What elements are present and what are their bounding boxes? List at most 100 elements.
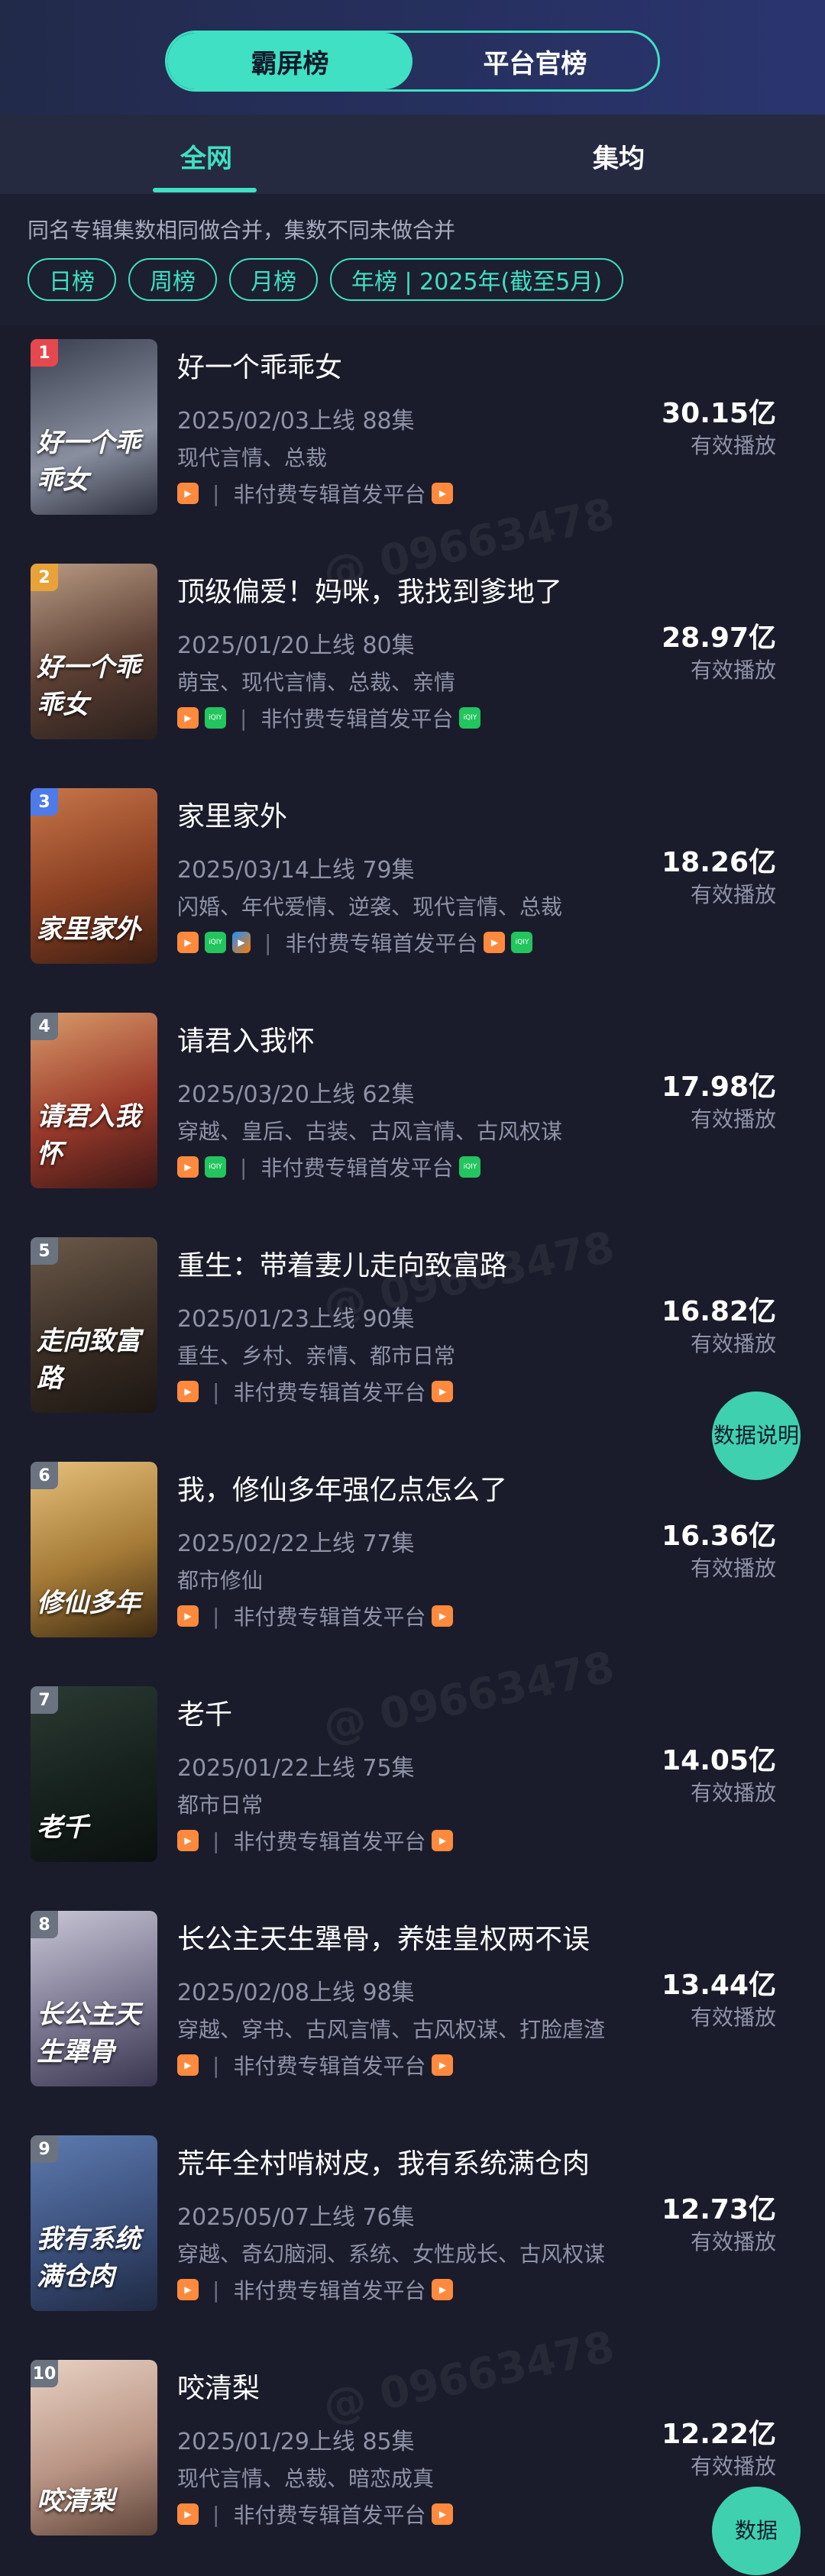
platform-row: ▶ | 非付费专辑首发平台 ▶ [177,478,454,509]
platform-label: 非付费专辑首发平台 [285,931,478,956]
release-meta: 2025/03/20上线 62集 [177,1081,415,1108]
release-meta: 2025/02/22上线 77集 [177,1530,415,1557]
list-item[interactable]: 修仙多年 6 我，修仙多年强亿点怎么了 2025/02/22上线 77集 都市修… [0,1448,825,1673]
list-item[interactable]: 请君入我怀 4 请君入我怀 2025/03/20上线 62集 穿越、皇后、古装、… [0,999,825,1223]
tencent-icon: ▶ [232,932,251,953]
platform-label: 非付费专辑首发平台 [260,706,454,732]
platform-row: ▶ | 非付费专辑首发平台 ▶ [177,1376,454,1407]
play-icon: ▶ [177,483,199,504]
platform-row: ▶ | 非付费专辑首发平台 ▶ [177,2499,454,2529]
play-icon: ▶ [432,1381,454,1402]
drama-title[interactable]: 我，修仙多年强亿点怎么了 [177,1468,507,1508]
play-icon: ▶ [177,932,199,953]
tab-per-episode[interactable]: 集均 [593,137,645,175]
drama-title[interactable]: 重生：带着妻儿走向致富路 [177,1243,507,1283]
poster-title: 家里家外 [37,914,141,945]
drama-title[interactable]: 老千 [177,1692,232,1732]
play-count-label: 有效播放 [690,433,776,458]
play-icon: ▶ [177,1381,199,1402]
play-icon: ▶ [177,2054,199,2076]
chip-monthly[interactable]: 月榜 [229,258,318,301]
iqiyi-icon: iQIY [205,1156,226,1178]
poster-title: 我有系统满仓肉 [37,2224,141,2292]
platform-row: ▶ | 非付费专辑首发平台 ▶ [177,1825,454,1856]
poster-title: 老千 [37,1812,89,1843]
tab-platform-official[interactable]: 平台官榜 [412,33,658,89]
play-count-label: 有效播放 [690,882,776,907]
play-count: 13.44亿 [662,1970,776,2001]
play-count-label: 有效播放 [690,1107,776,1132]
play-icon: ▶ [177,2503,199,2525]
genre-tags: 穿越、穿书、古风言情、古风权谋、打脸虐渣 [177,2017,606,2042]
poster-title: 好一个乖乖女 [37,652,141,720]
drama-title[interactable]: 请君入我怀 [177,1019,315,1059]
rank-badge: 1 [31,339,58,367]
ranking-list: 好一个乖乖女 1 好一个乖乖女 2025/02/03上线 88集 现代言情、总裁… [0,325,825,2571]
chip-weekly[interactable]: 周榜 [128,258,217,301]
play-count: 12.73亿 [662,2194,776,2225]
play-count: 28.97亿 [662,622,776,654]
platform-row: ▶ iQIY | 非付费专辑首发平台 iQIY [177,1152,481,1182]
genre-tags: 现代言情、总裁、暗恋成真 [177,2466,435,2491]
drama-title[interactable]: 荒年全村啃树皮，我有系统满仓肉 [177,2141,590,2181]
platform-label: 非付费专辑首发平台 [233,482,426,507]
list-item[interactable]: 好一个乖乖女 2 顶级偏爱！妈咪，我找到爹地了 2025/01/20上线 80集… [0,550,825,774]
play-icon: ▶ [432,2503,454,2525]
rank-badge: 10 [31,2360,58,2387]
list-item[interactable]: 走向致富路 5 重生：带着妻儿走向致富路 2025/01/23上线 90集 重生… [0,1223,825,1448]
list-item[interactable]: 长公主天生犟骨 8 长公主天生犟骨，养娃皇权两不误 2025/02/08上线 9… [0,1897,825,2122]
play-count-label: 有效播放 [690,2454,776,2479]
poster-title: 修仙多年 [37,1588,141,1618]
play-count-label: 有效播放 [690,1556,776,1581]
release-meta: 2025/01/20上线 80集 [177,632,415,659]
play-count: 16.82亿 [662,1296,776,1327]
list-item[interactable]: 咬清梨 10 咬清梨 2025/01/29上线 85集 现代言情、总裁、暗恋成真… [0,2346,825,2571]
play-count: 30.15亿 [662,398,776,429]
chip-yearly[interactable]: 年榜 | 2025年(截至5月) [330,258,624,301]
divider: | [212,1828,220,1854]
period-chips: 日榜 周榜 月榜 年榜 | 2025年(截至5月) [28,258,624,301]
platform-label: 非付费专辑首发平台 [233,2503,426,2528]
play-icon: ▶ [177,1830,199,1851]
play-count-label: 有效播放 [690,1780,776,1805]
platform-label: 非付费专辑首发平台 [233,1380,426,1405]
drama-title[interactable]: 咬清梨 [177,2366,260,2406]
release-meta: 2025/03/14上线 79集 [177,857,415,884]
play-count: 14.05亿 [662,1745,776,1776]
tab-all-network[interactable]: 全网 [180,137,232,175]
rank-badge: 5 [31,1237,58,1265]
play-icon: ▶ [432,483,454,504]
drama-title[interactable]: 长公主天生犟骨，养娃皇权两不误 [177,1917,590,1957]
play-count-label: 有效播放 [690,2229,776,2254]
play-count-label: 有效播放 [690,2005,776,2030]
drama-title[interactable]: 顶级偏爱！妈咪，我找到爹地了 [177,570,562,609]
rank-badge: 6 [31,1462,58,1489]
iqiyi-icon: iQIY [205,707,226,729]
chip-daily[interactable]: 日榜 [28,258,116,301]
play-count: 17.98亿 [662,1071,776,1103]
platform-row: ▶ | 非付费专辑首发平台 ▶ [177,1601,454,1631]
poster-title: 长公主天生犟骨 [37,1999,141,2067]
list-item[interactable]: 好一个乖乖女 1 好一个乖乖女 2025/02/03上线 88集 现代言情、总裁… [0,325,825,550]
rank-badge: 9 [31,2135,58,2163]
play-icon: ▶ [432,2279,454,2300]
play-count-label: 有效播放 [690,1331,776,1356]
platform-row: ▶ | 非付费专辑首发平台 ▶ [177,2274,454,2305]
divider: | [212,2277,220,2303]
release-meta: 2025/02/08上线 98集 [177,1980,415,2006]
list-item[interactable]: 老千 7 老千 2025/01/22上线 75集 都市日常 ▶ | 非付费专辑首发平… [0,1673,825,1897]
divider: | [212,2052,220,2078]
list-item[interactable]: 我有系统满仓肉 9 荒年全村啃树皮，我有系统满仓肉 2025/05/07上线 7… [0,2122,825,2346]
platform-label: 非付费专辑首发平台 [233,2278,426,2303]
play-icon: ▶ [484,932,506,953]
genre-tags: 萌宝、现代言情、总裁、亲情 [177,670,456,695]
data-explain-button[interactable]: 数据说明 [712,1391,801,1480]
data-explain-button-partial[interactable]: 数据 [712,2487,801,2575]
drama-title[interactable]: 家里家外 [177,794,287,834]
poster-title: 走向致富路 [37,1326,141,1394]
drama-title[interactable]: 好一个乖乖女 [177,345,342,385]
tab-ba-ping-bang[interactable]: 霸屏榜 [167,33,412,89]
board-switch: 霸屏榜 平台官榜 [165,31,660,92]
list-item[interactable]: 家里家外 3 家里家外 2025/03/14上线 79集 闪婚、年代爱情、逆袭、… [0,774,825,999]
play-icon: ▶ [177,1156,199,1178]
